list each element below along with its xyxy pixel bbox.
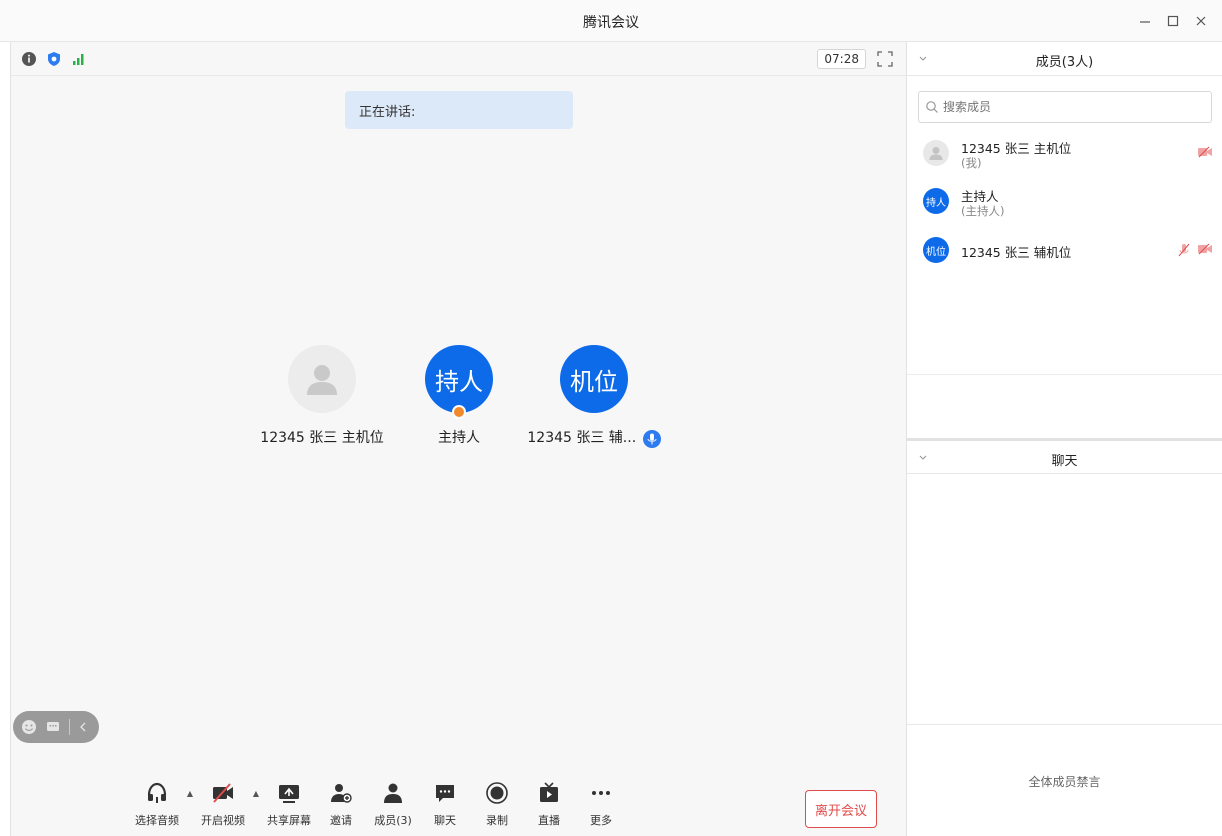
camera-off-icon: [210, 780, 236, 806]
live-icon: [536, 780, 562, 806]
member-status-icons: [1197, 146, 1213, 158]
avatar: 持人: [425, 345, 493, 419]
members-button[interactable]: 成员(3): [367, 780, 419, 828]
maximize-icon: [1167, 15, 1179, 27]
participant-name-row: 12345 张三 辅...: [519, 427, 669, 448]
participant-tile[interactable]: 持人 主持人: [384, 345, 534, 447]
window-title: 腾讯会议: [583, 15, 639, 31]
message-icon[interactable]: [45, 719, 61, 735]
participant-tile[interactable]: 12345 张三 主机位: [247, 345, 397, 447]
meeting-timer: 07:28: [817, 49, 866, 69]
member-search-input[interactable]: [943, 100, 1203, 114]
stage-status-bar: 07:28: [11, 42, 906, 76]
avatar-text: 机位: [926, 246, 946, 258]
invite-button[interactable]: 邀请: [315, 780, 367, 828]
status-icons: [21, 51, 87, 67]
meeting-stage: 07:28 正在讲话: 12345 张三 主机位 持人 主持人 机位 12345…: [10, 42, 906, 836]
member-search-box[interactable]: [918, 91, 1212, 123]
headphones-icon: [144, 780, 170, 806]
meeting-toolbar: 选择音频 ▲ 开启视频 ▲ 共享屏幕 邀请 成员(3) 聊天 录制 直播 更多: [131, 780, 627, 836]
participant-name: 12345 张三 主机位: [260, 430, 384, 446]
leave-meeting-button[interactable]: 离开会议: [805, 790, 877, 828]
avatar: 机位: [560, 345, 628, 413]
member-row[interactable]: 12345 张三 主机位 (我): [921, 136, 1213, 176]
close-icon: [1196, 16, 1206, 26]
participant-name: 主持人: [438, 430, 480, 446]
toolbar-label: 聊天: [434, 814, 456, 827]
video-options-caret[interactable]: ▲: [249, 780, 263, 806]
toolbar-label: 成员(3): [374, 814, 412, 827]
member-role: (我): [961, 156, 982, 170]
start-video-button[interactable]: 开启视频: [197, 780, 249, 828]
user-placeholder-icon: [929, 147, 943, 160]
divider: [69, 719, 70, 735]
share-screen-button[interactable]: 共享屏幕: [263, 780, 315, 828]
member-status-icons: [1177, 243, 1213, 257]
toolbar-label: 邀请: [330, 814, 352, 827]
info-icon[interactable]: [21, 51, 37, 67]
toolbar-label: 共享屏幕: [267, 814, 311, 827]
member-row[interactable]: 持人 主持人 (主持人): [921, 184, 1213, 224]
member-avatar: [923, 140, 949, 166]
toolbar-label: 开启视频: [201, 814, 245, 827]
minimize-button[interactable]: [1134, 10, 1156, 32]
shield-icon[interactable]: [46, 51, 62, 67]
minimize-icon: [1140, 21, 1150, 23]
members-header: 成员(3人): [907, 42, 1222, 76]
emoji-icon[interactable]: [21, 719, 37, 735]
invite-icon: [328, 780, 354, 806]
camera-off-icon: [1198, 146, 1212, 158]
chat-button[interactable]: 聊天: [419, 780, 471, 828]
member-avatar: 机位: [923, 237, 949, 263]
record-button[interactable]: 录制: [471, 780, 523, 828]
side-panel: 成员(3人) 12345 张三 主机位 (我) 持人 主持人 (主持人) 机位 …: [906, 42, 1222, 836]
mic-muted-icon: [1178, 243, 1190, 257]
toolbar-label: 选择音频: [135, 814, 179, 827]
members-title: 成员(3人): [1035, 55, 1094, 70]
member-role: (主持人): [961, 204, 1005, 218]
member-name: 12345 张三 辅机位: [961, 245, 1072, 260]
member-avatar: 持人: [923, 188, 949, 214]
more-icon: [588, 780, 614, 806]
floating-reaction-bar[interactable]: [13, 711, 99, 743]
live-stream-button[interactable]: 直播: [523, 780, 575, 828]
avatar: [288, 345, 356, 413]
user-placeholder-icon: [307, 365, 337, 395]
avatar-text: 持人: [926, 197, 946, 209]
avatar-text: 机位: [570, 367, 618, 396]
search-icon: [926, 101, 938, 113]
toolbar-label: 直播: [538, 814, 560, 827]
host-badge-icon: [452, 405, 466, 419]
speaking-label: 正在讲话:: [359, 104, 416, 120]
fullscreen-icon: [877, 51, 893, 67]
speaking-indicator: 正在讲话:: [345, 91, 573, 129]
share-screen-icon: [276, 780, 302, 806]
mute-all-notice: 全体成员禁言: [1028, 775, 1101, 789]
toolbar-label: 录制: [486, 814, 508, 827]
panel-divider: [907, 374, 1222, 438]
audio-options-caret[interactable]: ▲: [183, 780, 197, 806]
participant-name: 12345 张三 辅...: [527, 430, 637, 446]
member-row[interactable]: 机位 12345 张三 辅机位: [921, 233, 1213, 273]
chevron-left-icon[interactable]: [78, 721, 88, 733]
participant-tile[interactable]: 机位 12345 张三 辅...: [519, 345, 669, 448]
close-button[interactable]: [1190, 10, 1212, 32]
maximize-button[interactable]: [1162, 10, 1184, 32]
select-audio-button[interactable]: 选择音频: [131, 780, 183, 828]
record-icon: [484, 780, 510, 806]
chat-header: 聊天: [907, 438, 1222, 474]
members-icon: [380, 780, 406, 806]
chat-title: 聊天: [1051, 454, 1078, 469]
chat-footer: 全体成员禁言: [907, 724, 1222, 836]
microphone-icon: [642, 430, 661, 448]
chat-icon: [432, 780, 458, 806]
toolbar-label: 更多: [590, 814, 612, 827]
fullscreen-button[interactable]: [876, 50, 894, 68]
more-button[interactable]: 更多: [575, 780, 627, 828]
avatar-text: 持人: [435, 367, 483, 396]
signal-icon[interactable]: [71, 51, 87, 67]
title-bar: 腾讯会议: [0, 0, 1222, 42]
window-controls: [1134, 10, 1212, 32]
camera-off-icon: [1198, 243, 1212, 255]
